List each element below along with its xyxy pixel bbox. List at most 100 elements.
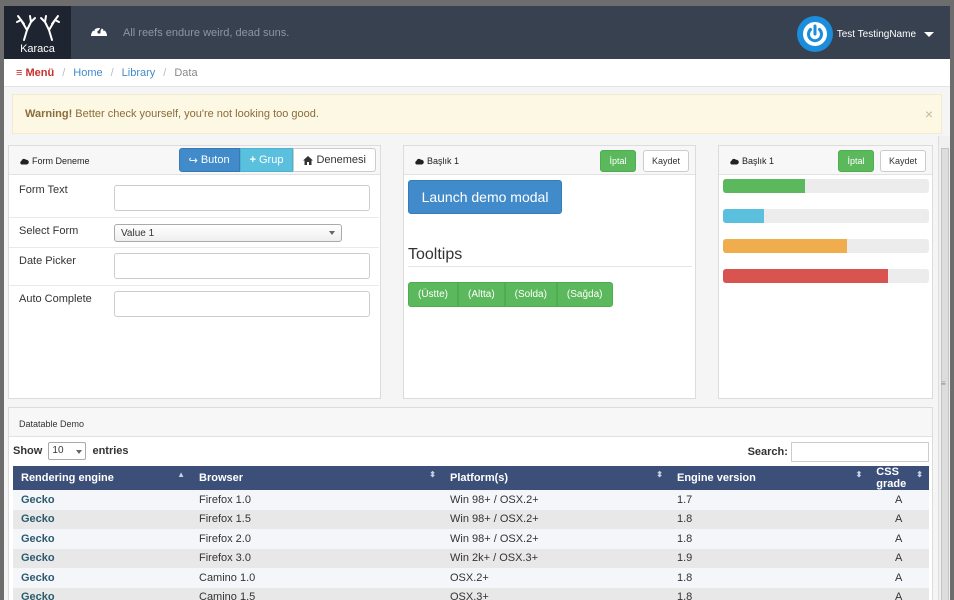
divider — [408, 266, 692, 267]
home-icon — [303, 155, 314, 165]
caret-down-icon — [924, 31, 934, 37]
search-input[interactable] — [791, 442, 929, 462]
save-button[interactable]: Kaydet — [643, 150, 689, 172]
select-form-dropdown[interactable]: Value 1 — [114, 224, 342, 242]
progress-fill — [723, 209, 765, 223]
cloud-icon — [730, 158, 739, 165]
cloud-icon — [20, 158, 29, 165]
sort-icon: ⬍ — [916, 470, 923, 479]
table-cell: Firefox 1.0 — [191, 490, 442, 510]
auto-complete-input[interactable] — [114, 291, 370, 317]
table-cell: Firefox 2.0 — [191, 529, 442, 549]
table-cell: Gecko — [13, 587, 191, 600]
buton-label: Buton — [200, 154, 230, 166]
tooltip-right-button[interactable]: (Sağda) — [556, 282, 613, 307]
tooltips-heading: Tooltips — [408, 246, 463, 263]
app-window: Karaca All reefs endure weird, dead suns… — [4, 6, 950, 600]
tooltip-top-button[interactable]: (Üstte) — [408, 282, 458, 307]
cloud-icon — [415, 158, 424, 165]
table-cell: OSX.2+ — [442, 568, 669, 588]
alert-text: Better check yourself, you're not lookin… — [72, 108, 319, 120]
form-text-label: Form Text — [19, 184, 68, 196]
breadcrumb-separator: / — [110, 66, 114, 79]
scrollbar-thumb[interactable] — [941, 148, 949, 600]
form-text-input[interactable] — [114, 185, 370, 211]
table-row[interactable]: Gecko Camino 1.5 OSX.3+ 1.8 A — [13, 587, 929, 600]
datatable-panel: Datatable Demo Show 10 entries Search: R… — [8, 407, 933, 600]
table-cell: Camino 1.5 — [191, 587, 442, 600]
buton-button[interactable]: ↪ Buton — [178, 148, 240, 172]
page-length-value: 10 — [52, 445, 64, 456]
table-row[interactable]: Gecko Firefox 2.0 Win 98+ / OSX.2+ 1.8 A — [13, 529, 929, 549]
table-cell: Gecko — [13, 490, 191, 510]
column-header[interactable]: Platform(s) ⬍ — [442, 466, 669, 490]
user-name: Test TestingName — [836, 28, 916, 40]
column-header[interactable]: CSS grade ⬍ — [868, 466, 929, 490]
progress-bar-warning — [723, 239, 929, 253]
dashboard-gauge-icon[interactable] — [89, 21, 109, 42]
page-length-select[interactable]: 10 — [48, 442, 87, 460]
grip-icon: ≡ — [941, 379, 946, 388]
progress-panel-title-wrap: Başlık 1 — [729, 156, 774, 166]
form-row-select: Select Form Value 1 — [9, 218, 379, 248]
auto-complete-label: Auto Complete — [19, 293, 92, 305]
data-table: Rendering engine ▲ Browser ⬍ Platform(s) ⬍ … — [13, 466, 929, 600]
select-form-label: Select Form — [19, 225, 79, 237]
table-cell: 1.8 — [669, 568, 869, 588]
tooltip-left-button[interactable]: (Solda) — [504, 282, 557, 307]
table-row[interactable]: Gecko Firefox 3.0 Win 2k+ / OSX.3+ 1.9 A — [13, 548, 929, 568]
cancel-button[interactable]: İptal — [600, 150, 636, 172]
tooltip-bottom-button[interactable]: (Altta) — [458, 282, 505, 307]
table-cell: Camino 1.0 — [191, 568, 442, 588]
user-menu[interactable]: Test TestingName — [796, 16, 934, 52]
sort-asc-icon: ▲ — [177, 470, 185, 479]
table-cell: 1.8 — [669, 587, 869, 600]
top-navbar: Karaca All reefs endure weird, dead suns… — [4, 6, 950, 59]
modal-panel-title: Başlık 1 — [427, 156, 460, 166]
modal-panel-header: Başlık 1 İptal Kaydet — [404, 146, 695, 175]
column-header[interactable]: Rendering engine ▲ — [13, 466, 191, 490]
cancel-button[interactable]: İptal — [838, 150, 874, 172]
denemesi-button[interactable]: Denemesi — [293, 148, 376, 172]
form-panel: Form Deneme ↪ Buton + Grup Denemesi Form T… — [8, 145, 381, 399]
breadcrumb: ≡ Menü / Home / Library / Data — [4, 59, 950, 87]
denemesi-label: Denemesi — [316, 154, 366, 166]
table-row[interactable]: Gecko Firefox 1.5 Win 98+ / OSX.2+ 1.8 A — [13, 509, 929, 529]
table-cell: Gecko — [13, 509, 191, 529]
table-cell: A — [868, 587, 929, 600]
chevron-down-icon — [329, 231, 335, 235]
grup-button[interactable]: + Grup — [239, 148, 294, 172]
column-header-label: Engine version — [677, 472, 756, 484]
alert-strong: Warning! — [25, 108, 73, 120]
table-cell: A — [868, 529, 929, 549]
table-cell: 1.7 — [669, 490, 869, 510]
table-cell: A — [868, 509, 929, 529]
column-header[interactable]: Engine version ⬍ — [669, 466, 869, 490]
table-row[interactable]: Gecko Firefox 1.0 Win 98+ / OSX.2+ 1.7 A — [13, 490, 929, 510]
brand-logo[interactable]: Karaca — [4, 6, 71, 59]
column-header-label: CSS grade — [876, 466, 907, 490]
form-panel-title: Form Deneme — [32, 156, 90, 166]
column-header-label: Rendering engine — [21, 472, 114, 484]
page-scrollbar[interactable]: ≡ — [938, 136, 950, 600]
table-cell: A — [868, 548, 929, 568]
share-icon: ↪ — [188, 154, 198, 167]
form-row-date: Date Picker — [9, 248, 379, 286]
table-cell: Win 98+ / OSX.2+ — [442, 509, 669, 529]
column-header[interactable]: Browser ⬍ — [191, 466, 442, 490]
save-button[interactable]: Kaydet — [880, 150, 926, 172]
breadcrumb-library[interactable]: Library — [122, 67, 156, 79]
show-label: Show — [13, 444, 43, 457]
breadcrumb-home[interactable]: Home — [73, 67, 102, 79]
form-row-autocomplete: Auto Complete — [9, 286, 379, 326]
date-picker-input[interactable] — [114, 253, 370, 279]
menu-toggle[interactable]: ≡ Menü — [16, 67, 54, 79]
close-icon[interactable]: × — [925, 106, 933, 122]
grup-label: Grup — [259, 154, 284, 166]
table-row[interactable]: Gecko Camino 1.0 OSX.2+ 1.8 A — [13, 568, 929, 588]
sort-icon: ⬍ — [855, 470, 863, 479]
form-panel-header: Form Deneme ↪ Buton + Grup Denemesi — [9, 146, 380, 175]
table-header-row: Rendering engine ▲ Browser ⬍ Platform(s) ⬍ … — [13, 466, 929, 490]
deer-antlers-icon — [15, 15, 60, 41]
launch-demo-modal-button[interactable]: Launch demo modal — [408, 180, 562, 214]
